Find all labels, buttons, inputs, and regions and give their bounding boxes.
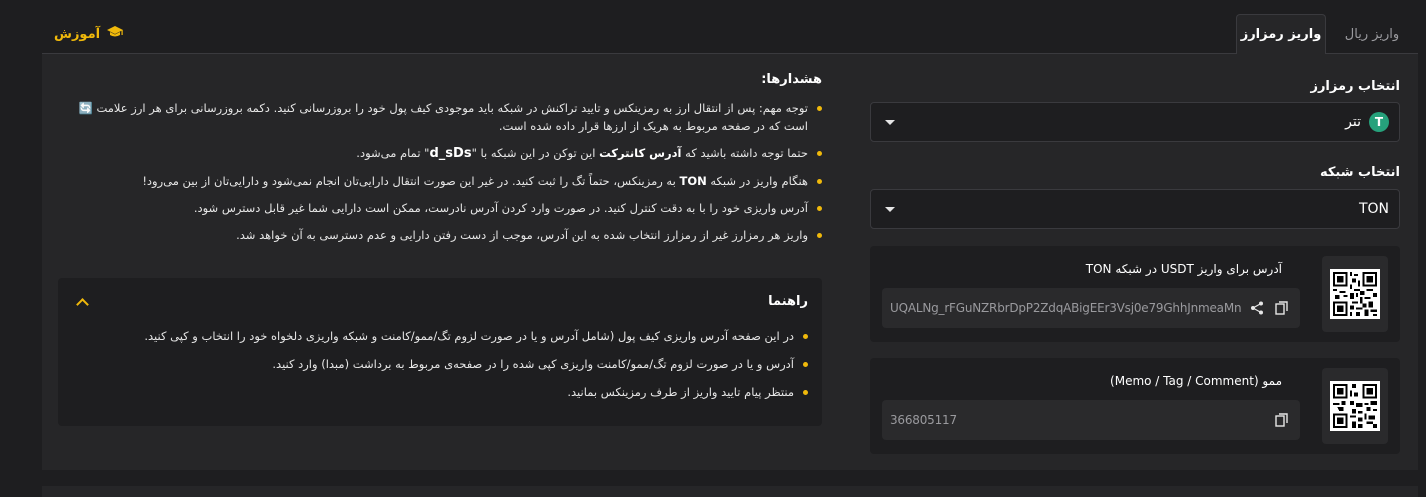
- share-icon[interactable]: [1247, 298, 1266, 318]
- network-select-value: TON: [1358, 201, 1389, 217]
- guide-panel: راهنما در این صفحه آدرس واریزی کیف پول (…: [58, 278, 822, 426]
- list-item: آدرس واریزی خود را با به دقت کنترل کنید.…: [58, 199, 822, 217]
- coin-select-value: تتر: [1345, 114, 1361, 130]
- memo-field[interactable]: 366805117: [882, 400, 1300, 440]
- tether-icon: T: [1369, 112, 1389, 132]
- warnings-list: توجه مهم: پس از انتقال ارز به رمزینکس و …: [58, 99, 822, 244]
- address-card: آدرس برای واریز USDT در شبکه TON UQALNg_…: [870, 246, 1400, 342]
- education-link[interactable]: آموزش: [54, 25, 124, 43]
- list-item: هنگام واریز در شبکه TON به رمزینکس، حتما…: [58, 172, 822, 190]
- list-item: توجه مهم: پس از انتقال ارز به رمزینکس و …: [58, 99, 822, 135]
- tab-bar: واریز رمزارز واریز ریال آموزش: [42, 14, 1418, 55]
- address-qr-box[interactable]: [1322, 256, 1388, 332]
- main-panel: انتخاب رمزارز T تتر انتخاب شبکه TON آدرس…: [42, 54, 1418, 470]
- warnings-title: هشدارها:: [761, 72, 822, 87]
- qr-code-icon: [1330, 269, 1380, 319]
- network-select[interactable]: TON: [870, 189, 1400, 229]
- copy-icon[interactable]: [1272, 410, 1292, 430]
- memo-qr-box[interactable]: [1322, 368, 1388, 444]
- list-item: در این صفحه آدرس واریزی کیف پول (شامل آد…: [72, 327, 808, 345]
- copy-icon[interactable]: [1273, 298, 1292, 318]
- list-item: واریز هر رمزارز غیر از رمزارز انتخاب شده…: [58, 226, 822, 244]
- coin-select-label: انتخاب رمزارز: [1310, 79, 1400, 94]
- memo-value[interactable]: 366805117: [890, 413, 1266, 427]
- address-field[interactable]: UQALNg_rFGuNZRbrDpP2ZdqABigEEr3Vsj0e79Gh…: [882, 288, 1300, 328]
- list-item: منتظر پیام تایید واریز از طرف رمزینکس بم…: [72, 383, 808, 401]
- chevron-down-icon: [885, 207, 895, 212]
- list-item: حتما توجه داشته باشید که آدرس کانترکت ای…: [58, 144, 822, 163]
- coin-select[interactable]: T تتر: [870, 102, 1400, 142]
- deposit-page: واریز رمزارز واریز ریال آموزش انتخاب رمز…: [0, 0, 1426, 497]
- memo-title: ممو (Memo / Tag / Comment): [1110, 374, 1282, 388]
- tab-rial-deposit[interactable]: واریز ریال: [1326, 14, 1418, 54]
- guide-title: راهنما: [768, 294, 808, 309]
- address-title: آدرس برای واریز USDT در شبکه TON: [1085, 262, 1282, 276]
- education-label: آموزش: [54, 26, 101, 42]
- memo-card: ممو (Memo / Tag / Comment) 366805117: [870, 358, 1400, 454]
- list-item: آدرس و یا در صورت لزوم تگ/ممو/کامنت واری…: [72, 355, 808, 373]
- address-value[interactable]: UQALNg_rFGuNZRbrDpP2ZdqABigEEr3Vsj0e79Gh…: [890, 301, 1242, 315]
- guide-list: در این صفحه آدرس واریزی کیف پول (شامل آد…: [72, 327, 808, 401]
- next-section-strip: [42, 486, 1418, 497]
- tab-crypto-deposit[interactable]: واریز رمزارز: [1236, 14, 1326, 55]
- chevron-down-icon: [885, 120, 895, 125]
- warnings-section: هشدارها: توجه مهم: پس از انتقال ارز به ر…: [58, 72, 822, 253]
- network-select-label: انتخاب شبکه: [1319, 165, 1400, 180]
- qr-code-icon: [1330, 381, 1380, 431]
- graduation-cap-icon: [106, 25, 124, 43]
